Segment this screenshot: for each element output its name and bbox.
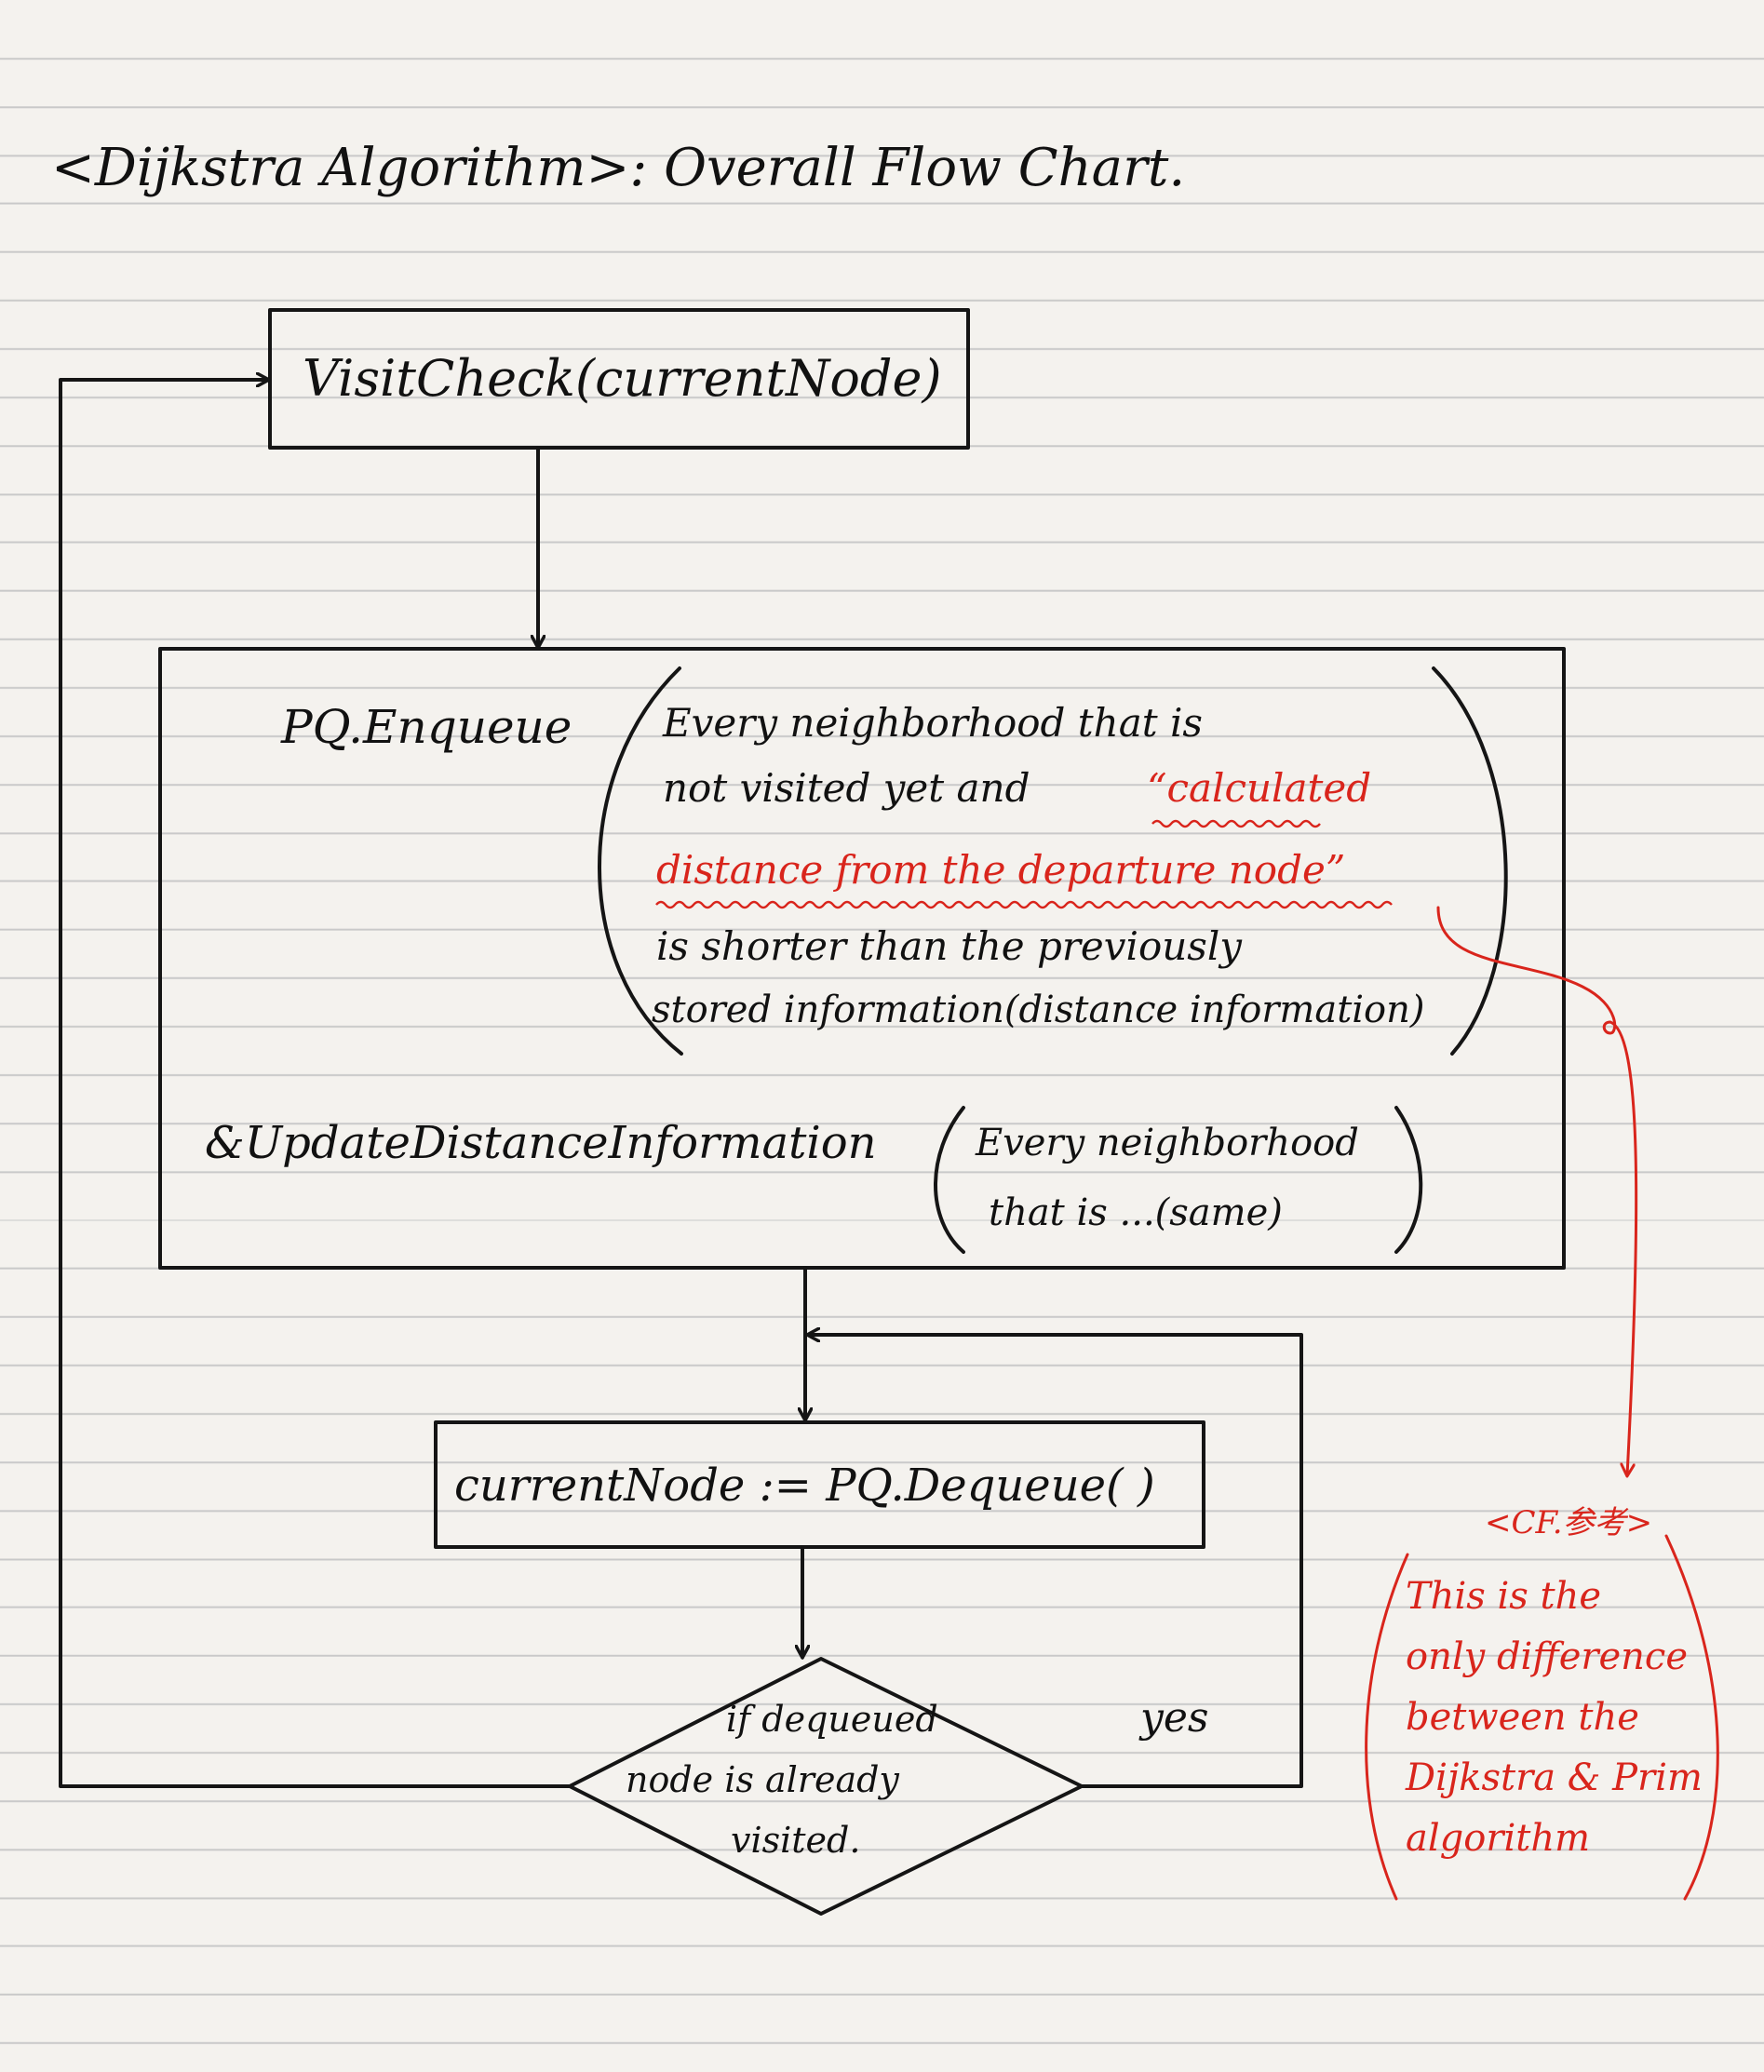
note-line-3: between the [1406, 1696, 1639, 1739]
enqueue-condition-line-5: stored information(distance information) [652, 989, 1425, 1031]
note-line-4: Dijkstra & Prim [1406, 1756, 1703, 1799]
note-line-1: This is the [1406, 1575, 1602, 1618]
pq-enqueue-label: PQ.Enqueue [281, 700, 572, 754]
red-underline-distance [655, 900, 1393, 909]
enqueue-condition-line-4: is shorter than the previously [656, 923, 1242, 969]
note-line-2: only difference [1406, 1635, 1688, 1678]
note-left-paren [1365, 1553, 1409, 1901]
yes-label: yes [1140, 1694, 1209, 1742]
update-condition-line-2: that is ...(same) [989, 1191, 1283, 1234]
red-connector-arrow [1436, 906, 1638, 1475]
decision-line-3: visited. [731, 1820, 861, 1861]
enqueue-condition-line-3-red: distance from the departure node” [656, 847, 1346, 893]
enqueue-condition-line-2-red: “calculated [1147, 765, 1372, 811]
page-title: <Dijkstra Algorithm>: Overall Flow Chart… [51, 138, 1186, 198]
update-condition-left-paren [934, 1106, 965, 1254]
enqueue-condition-line-2-prefix: not visited yet and [663, 765, 1030, 811]
dequeue-label: currentNode := PQ.Dequeue( ) [454, 1460, 1155, 1512]
update-distance-label: &UpdateDistanceInformation [205, 1117, 877, 1169]
visit-check-label: VisitCheck(currentNode) [303, 349, 942, 408]
decision-line-2: node is already [626, 1759, 899, 1800]
no-loop-path [59, 380, 572, 1788]
note-line-5: algorithm [1406, 1817, 1591, 1860]
red-underline-calculated [1151, 819, 1321, 828]
enqueue-condition-right-paren [1432, 666, 1508, 1056]
note-right-paren [1664, 1534, 1719, 1901]
update-condition-line-1: Every neighborhood [976, 1122, 1359, 1164]
decision-line-1: if dequeued [726, 1699, 938, 1740]
update-condition-right-paren [1394, 1106, 1423, 1254]
notebook-page: <Dijkstra Algorithm>: Overall Flow Chart… [0, 0, 1764, 2072]
note-header: <CF.参考> [1485, 1504, 1653, 1541]
enqueue-condition-line-1: Every neighborhood that is [663, 700, 1203, 746]
